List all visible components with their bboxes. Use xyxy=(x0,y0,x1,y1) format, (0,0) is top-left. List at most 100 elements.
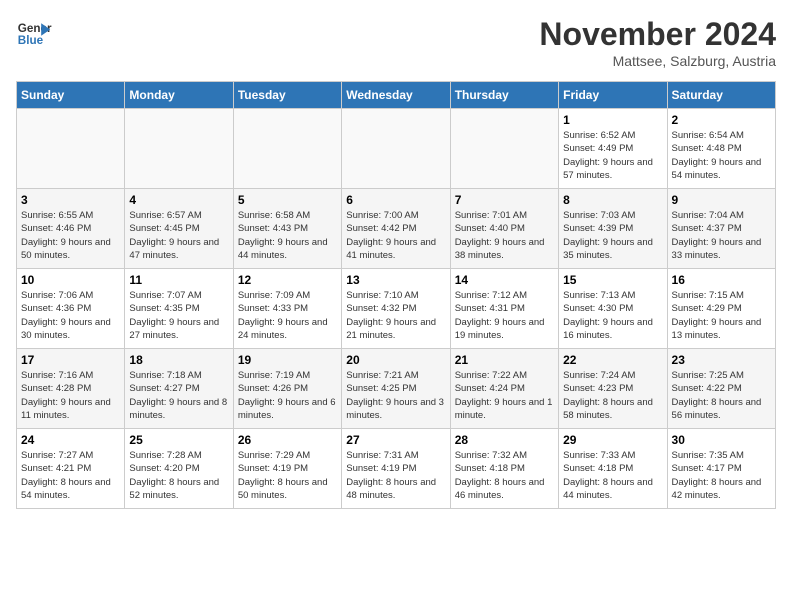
logo: General Blue xyxy=(16,16,52,52)
day-info: Sunrise: 6:55 AM Sunset: 4:46 PM Dayligh… xyxy=(21,209,120,262)
calendar-table: SundayMondayTuesdayWednesdayThursdayFrid… xyxy=(16,81,776,509)
day-number: 19 xyxy=(238,353,337,367)
day-info: Sunrise: 7:12 AM Sunset: 4:31 PM Dayligh… xyxy=(455,289,554,342)
month-year-title: November 2024 xyxy=(539,16,776,53)
day-info: Sunrise: 7:15 AM Sunset: 4:29 PM Dayligh… xyxy=(672,289,771,342)
day-number: 25 xyxy=(129,433,228,447)
calendar-day-cell: 2Sunrise: 6:54 AM Sunset: 4:48 PM Daylig… xyxy=(667,109,775,189)
day-info: Sunrise: 7:04 AM Sunset: 4:37 PM Dayligh… xyxy=(672,209,771,262)
calendar-day-cell: 14Sunrise: 7:12 AM Sunset: 4:31 PM Dayli… xyxy=(450,269,558,349)
day-info: Sunrise: 7:25 AM Sunset: 4:22 PM Dayligh… xyxy=(672,369,771,422)
day-info: Sunrise: 7:06 AM Sunset: 4:36 PM Dayligh… xyxy=(21,289,120,342)
day-info: Sunrise: 6:57 AM Sunset: 4:45 PM Dayligh… xyxy=(129,209,228,262)
day-info: Sunrise: 7:19 AM Sunset: 4:26 PM Dayligh… xyxy=(238,369,337,422)
day-info: Sunrise: 7:09 AM Sunset: 4:33 PM Dayligh… xyxy=(238,289,337,342)
location-subtitle: Mattsee, Salzburg, Austria xyxy=(539,53,776,69)
calendar-day-cell: 23 Sunrise: 7:25 AM Sunset: 4:22 PM Dayli… xyxy=(667,349,775,429)
day-number: 9 xyxy=(672,193,771,207)
day-number: 30 xyxy=(672,433,771,447)
weekday-row: SundayMondayTuesdayWednesdayThursdayFrid… xyxy=(17,82,776,109)
title-section: November 2024 Mattsee, Salzburg, Austria xyxy=(539,16,776,69)
calendar-day-cell: 10Sunrise: 7:06 AM Sunset: 4:36 PM Dayli… xyxy=(17,269,125,349)
day-info: Sunrise: 7:16 AM Sunset: 4:28 PM Dayligh… xyxy=(21,369,120,422)
day-number: 24 xyxy=(21,433,120,447)
weekday-header: Saturday xyxy=(667,82,775,109)
day-number: 1 xyxy=(563,113,662,127)
day-info: Sunrise: 7:27 AM Sunset: 4:21 PM Dayligh… xyxy=(21,449,120,502)
weekday-header: Monday xyxy=(125,82,233,109)
page-header: General Blue November 2024 Mattsee, Salz… xyxy=(16,16,776,69)
day-info: Sunrise: 7:24 AM Sunset: 4:23 PM Dayligh… xyxy=(563,369,662,422)
calendar-week-row: 17 Sunrise: 7:16 AM Sunset: 4:28 PM Dayli… xyxy=(17,349,776,429)
day-info: Sunrise: 7:33 AM Sunset: 4:18 PM Dayligh… xyxy=(563,449,662,502)
day-info: Sunrise: 6:58 AM Sunset: 4:43 PM Dayligh… xyxy=(238,209,337,262)
calendar-day-cell: 22 Sunrise: 7:24 AM Sunset: 4:23 PM Dayli… xyxy=(559,349,667,429)
day-info: Sunrise: 7:21 AM Sunset: 4:25 PM Dayligh… xyxy=(346,369,445,422)
day-number: 23 xyxy=(672,353,771,367)
weekday-header: Tuesday xyxy=(233,82,341,109)
day-number: 17 xyxy=(21,353,120,367)
day-number: 6 xyxy=(346,193,445,207)
calendar-day-cell: 30 Sunrise: 7:35 AM Sunset: 4:17 PM Dayli… xyxy=(667,429,775,509)
day-number: 22 xyxy=(563,353,662,367)
calendar-week-row: 1 Sunrise: 6:52 AM Sunset: 4:49 PM Daylig… xyxy=(17,109,776,189)
day-number: 2 xyxy=(672,113,771,127)
day-info: Sunrise: 7:01 AM Sunset: 4:40 PM Dayligh… xyxy=(455,209,554,262)
day-number: 29 xyxy=(563,433,662,447)
day-number: 18 xyxy=(129,353,228,367)
calendar-day-cell: 19 Sunrise: 7:19 AM Sunset: 4:26 PM Dayli… xyxy=(233,349,341,429)
day-info: Sunrise: 7:07 AM Sunset: 4:35 PM Dayligh… xyxy=(129,289,228,342)
calendar-day-cell: 28 Sunrise: 7:32 AM Sunset: 4:18 PM Dayli… xyxy=(450,429,558,509)
weekday-header: Thursday xyxy=(450,82,558,109)
calendar-day-cell: 25 Sunrise: 7:28 AM Sunset: 4:20 PM Dayli… xyxy=(125,429,233,509)
weekday-header: Wednesday xyxy=(342,82,450,109)
calendar-day-cell: 3 Sunrise: 6:55 AM Sunset: 4:46 PM Daylig… xyxy=(17,189,125,269)
calendar-week-row: 24 Sunrise: 7:27 AM Sunset: 4:21 PM Dayli… xyxy=(17,429,776,509)
day-info: Sunrise: 7:13 AM Sunset: 4:30 PM Dayligh… xyxy=(563,289,662,342)
calendar-day-cell: 12 Sunrise: 7:09 AM Sunset: 4:33 PM Dayli… xyxy=(233,269,341,349)
calendar-day-cell: 16 Sunrise: 7:15 AM Sunset: 4:29 PM Dayli… xyxy=(667,269,775,349)
day-info: Sunrise: 7:03 AM Sunset: 4:39 PM Dayligh… xyxy=(563,209,662,262)
day-number: 8 xyxy=(563,193,662,207)
day-number: 16 xyxy=(672,273,771,287)
calendar-day-cell: 20 Sunrise: 7:21 AM Sunset: 4:25 PM Dayli… xyxy=(342,349,450,429)
day-number: 13 xyxy=(346,273,445,287)
calendar-day-cell: 9 Sunrise: 7:04 AM Sunset: 4:37 PM Daylig… xyxy=(667,189,775,269)
calendar-day-cell xyxy=(233,109,341,189)
calendar-day-cell: 17 Sunrise: 7:16 AM Sunset: 4:28 PM Dayli… xyxy=(17,349,125,429)
day-info: Sunrise: 7:18 AM Sunset: 4:27 PM Dayligh… xyxy=(129,369,228,422)
day-info: Sunrise: 7:29 AM Sunset: 4:19 PM Dayligh… xyxy=(238,449,337,502)
calendar-day-cell: 6 Sunrise: 7:00 AM Sunset: 4:42 PM Daylig… xyxy=(342,189,450,269)
calendar-week-row: 3 Sunrise: 6:55 AM Sunset: 4:46 PM Daylig… xyxy=(17,189,776,269)
day-info: Sunrise: 7:10 AM Sunset: 4:32 PM Dayligh… xyxy=(346,289,445,342)
calendar-day-cell: 21Sunrise: 7:22 AM Sunset: 4:24 PM Dayli… xyxy=(450,349,558,429)
day-number: 3 xyxy=(21,193,120,207)
day-info: Sunrise: 7:32 AM Sunset: 4:18 PM Dayligh… xyxy=(455,449,554,502)
calendar-day-cell: 29 Sunrise: 7:33 AM Sunset: 4:18 PM Dayli… xyxy=(559,429,667,509)
calendar-day-cell xyxy=(450,109,558,189)
day-info: Sunrise: 7:00 AM Sunset: 4:42 PM Dayligh… xyxy=(346,209,445,262)
day-number: 21 xyxy=(455,353,554,367)
calendar-day-cell: 8 Sunrise: 7:03 AM Sunset: 4:39 PM Daylig… xyxy=(559,189,667,269)
day-info: Sunrise: 6:52 AM Sunset: 4:49 PM Dayligh… xyxy=(563,129,662,182)
calendar-day-cell: 11 Sunrise: 7:07 AM Sunset: 4:35 PM Dayli… xyxy=(125,269,233,349)
calendar-day-cell: 24 Sunrise: 7:27 AM Sunset: 4:21 PM Dayli… xyxy=(17,429,125,509)
day-number: 20 xyxy=(346,353,445,367)
calendar-header: SundayMondayTuesdayWednesdayThursdayFrid… xyxy=(17,82,776,109)
weekday-header: Friday xyxy=(559,82,667,109)
day-info: Sunrise: 7:28 AM Sunset: 4:20 PM Dayligh… xyxy=(129,449,228,502)
day-number: 12 xyxy=(238,273,337,287)
calendar-day-cell: 7 Sunrise: 7:01 AM Sunset: 4:40 PM Daylig… xyxy=(450,189,558,269)
calendar-day-cell: 15 Sunrise: 7:13 AM Sunset: 4:30 PM Dayli… xyxy=(559,269,667,349)
day-number: 7 xyxy=(455,193,554,207)
day-number: 11 xyxy=(129,273,228,287)
day-number: 28 xyxy=(455,433,554,447)
day-number: 27 xyxy=(346,433,445,447)
day-info: Sunrise: 7:35 AM Sunset: 4:17 PM Dayligh… xyxy=(672,449,771,502)
calendar-day-cell: 26Sunrise: 7:29 AM Sunset: 4:19 PM Dayli… xyxy=(233,429,341,509)
calendar-day-cell: 18 Sunrise: 7:18 AM Sunset: 4:27 PM Dayli… xyxy=(125,349,233,429)
svg-text:Blue: Blue xyxy=(18,34,44,47)
calendar-day-cell: 4Sunrise: 6:57 AM Sunset: 4:45 PM Daylig… xyxy=(125,189,233,269)
day-number: 15 xyxy=(563,273,662,287)
calendar-day-cell xyxy=(17,109,125,189)
